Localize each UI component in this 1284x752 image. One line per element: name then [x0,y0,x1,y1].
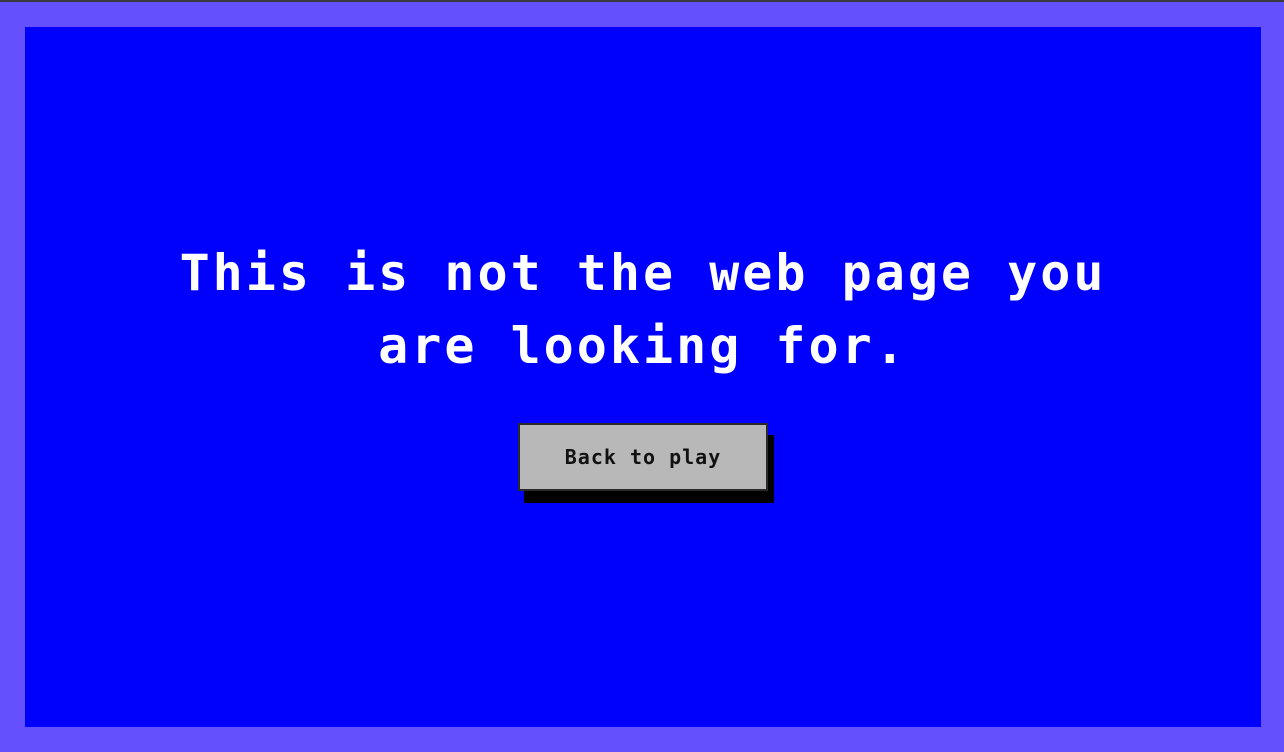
back-button-container: Back to play [518,423,774,503]
back-to-play-button[interactable]: Back to play [518,423,768,491]
error-message-line-2: are looking for. [378,317,908,375]
page-frame: This is not the web page you are looking… [0,2,1284,752]
error-screen: This is not the web page you are looking… [25,27,1261,727]
error-message-line-1: This is not the web page you [179,244,1107,302]
error-message: This is not the web page you are looking… [25,237,1261,383]
back-to-play-label: Back to play [564,445,722,469]
